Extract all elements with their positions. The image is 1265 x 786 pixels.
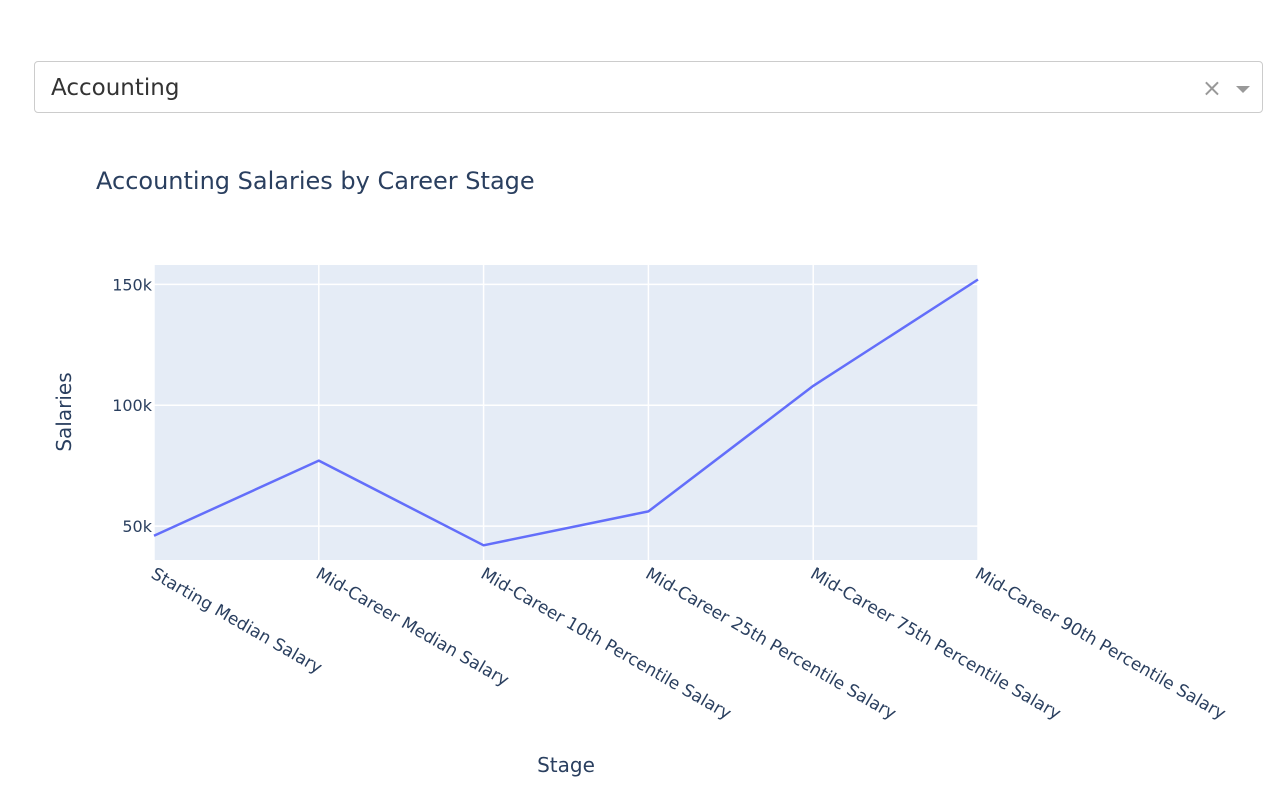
x-tick-labels: Starting Median SalaryMid-Career Median …	[148, 564, 1229, 724]
x-tick-label: Starting Median Salary	[148, 564, 326, 678]
x-tick-label: Mid-Career 75th Percentile Salary	[807, 564, 1064, 724]
line-chart: Accounting Salaries by Career Stage 50k 1…	[52, 167, 1229, 777]
y-axis-label: Salaries	[52, 372, 76, 451]
chart-title: Accounting Salaries by Career Stage	[96, 167, 535, 195]
y-tick-label: 50k	[122, 517, 152, 536]
x-tick-label: Mid-Career 25th Percentile Salary	[642, 564, 899, 724]
y-tick-label: 150k	[112, 275, 153, 294]
y-tick-label: 100k	[112, 396, 153, 415]
plot-background	[154, 265, 978, 560]
x-axis-label: Stage	[537, 753, 595, 777]
x-tick-label: Mid-Career 10th Percentile Salary	[477, 564, 734, 724]
y-tick-labels: 50k 100k 150k	[112, 275, 153, 536]
x-tick-label: Mid-Career 90th Percentile Salary	[972, 564, 1229, 724]
